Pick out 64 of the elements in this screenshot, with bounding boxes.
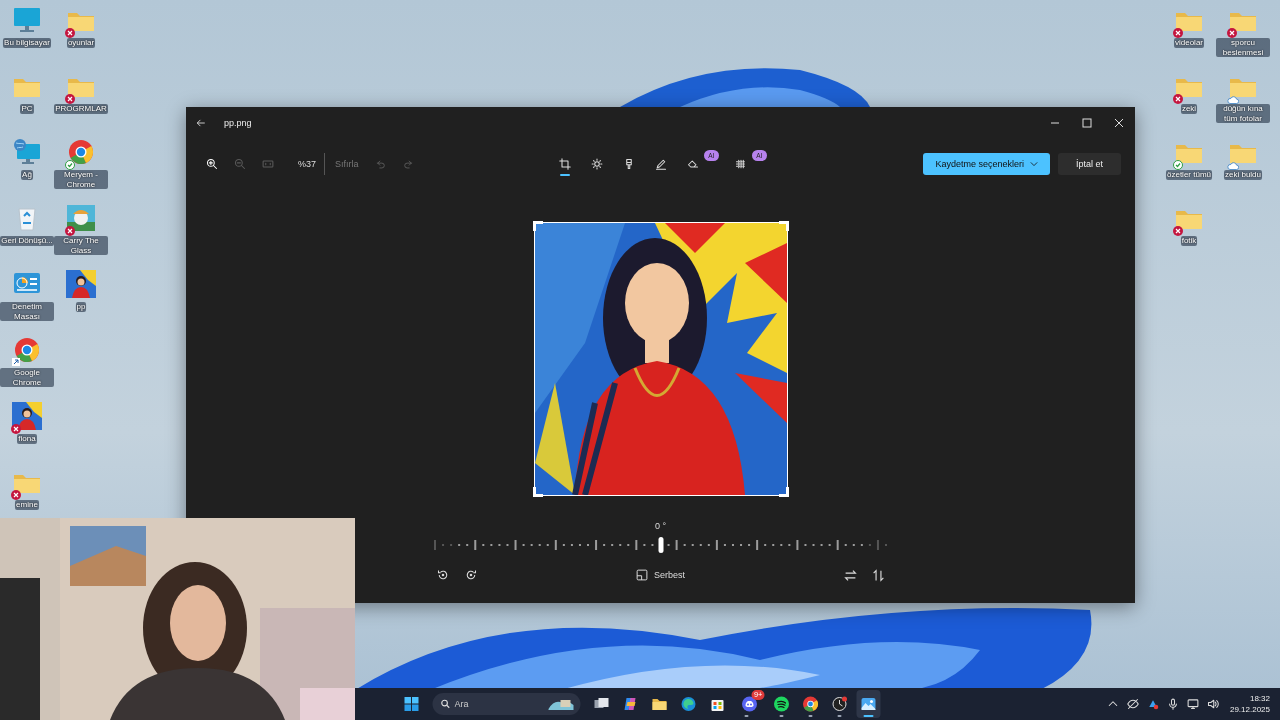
rotation-slider[interactable]: [433, 537, 888, 553]
eraser-icon: [686, 158, 699, 170]
chrome-icon[interactable]: [12, 336, 42, 364]
game-icon[interactable]: [66, 204, 96, 232]
save-options-button[interactable]: Kaydetme seçenekleri: [923, 153, 1050, 175]
vertical-arrows-icon: [872, 568, 885, 582]
maximize-icon: [1082, 118, 1092, 128]
icon-label: fotik: [1180, 236, 1198, 246]
edge-icon: [680, 696, 697, 712]
chrome-icon[interactable]: [66, 138, 96, 166]
horizontal-arrows-icon: [844, 568, 857, 582]
icon-label: oyunlar: [66, 38, 96, 48]
icon-label: düğün kına tüm fotolar: [1216, 104, 1270, 124]
crop-handle[interactable]: [532, 487, 543, 497]
rotation-angle: 0 °: [654, 521, 667, 531]
window-title: pp.png: [224, 118, 252, 128]
search-field[interactable]: Ara: [432, 693, 581, 715]
crop-icon: [558, 158, 571, 170]
folder-icon: [651, 696, 668, 712]
photos-icon: [860, 696, 877, 712]
aspect-ratio-icon: [636, 569, 648, 581]
crop-handle[interactable]: [778, 487, 789, 497]
icon-label: Denetim Masası: [0, 302, 54, 322]
icon-label: zeki buldu: [1224, 170, 1262, 180]
windows-logo-icon: [403, 696, 420, 712]
network-icon[interactable]: [12, 138, 42, 166]
blur-icon: [734, 158, 747, 170]
pen-icon: [654, 158, 667, 170]
search-icon: [440, 699, 451, 709]
zoom-level: %37: [284, 153, 325, 175]
aspect-ratio-button[interactable]: Serbest: [632, 567, 689, 583]
icon-label: emine: [15, 500, 39, 510]
icon-label: zeki: [1180, 104, 1198, 114]
icon-label: sporcu beslenmesi: [1216, 38, 1270, 58]
back-arrow-icon: [196, 118, 206, 128]
spotify-icon: [773, 696, 790, 712]
photos-taskbar-button[interactable]: [856, 690, 881, 718]
eye-slash-icon[interactable]: [1126, 698, 1139, 710]
icon-label: Google Chrome: [0, 368, 54, 388]
icon-label: Geri Dönüşü...: [0, 236, 54, 246]
icon-label: Carry The Glass: [54, 236, 108, 256]
cancel-button[interactable]: İptal et: [1057, 153, 1121, 175]
icon-label: PROGRMLAR: [54, 104, 108, 114]
search-highlight-icon: [546, 697, 575, 711]
volume-icon[interactable]: [1206, 698, 1219, 710]
rotate-left-icon: [436, 569, 449, 581]
display-icon[interactable]: [1186, 698, 1199, 710]
chrome-icon: [802, 696, 819, 712]
microphone-icon[interactable]: [1166, 698, 1179, 710]
slider-thumb[interactable]: [658, 537, 663, 553]
close-icon: [1114, 118, 1124, 128]
rotate-right-icon: [464, 569, 477, 581]
brightness-icon: [590, 158, 603, 170]
chevron-down-icon: [1029, 160, 1038, 168]
icon-label: özetler tümü: [1166, 170, 1212, 180]
icon-label: Meryem - Chrome: [54, 170, 108, 190]
discord-icon: [741, 696, 758, 712]
clock-time: 18:32: [1249, 693, 1270, 704]
icon-label: videolar: [1174, 38, 1204, 48]
crop-handle[interactable]: [532, 221, 543, 231]
icon-label: fiona: [17, 434, 37, 444]
icon-label: Bu bilgisayar: [3, 38, 51, 48]
clock-date: 29.12.2025: [1229, 704, 1270, 715]
crop-handle[interactable]: [778, 221, 789, 231]
